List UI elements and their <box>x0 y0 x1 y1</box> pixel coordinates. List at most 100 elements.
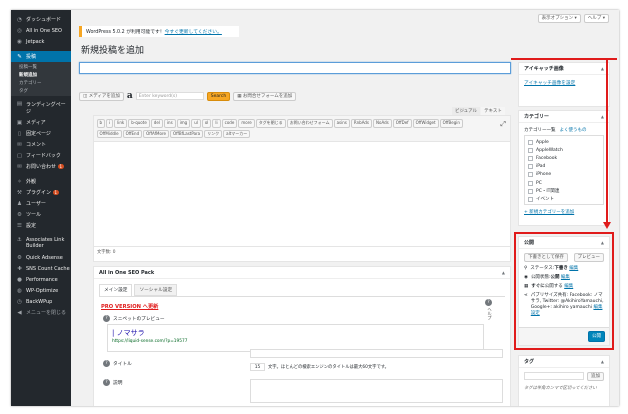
sidebar-item-aioseo[interactable]: ◎ All in One SEO <box>11 25 71 36</box>
quicktag-button[interactable]: RnbAds <box>350 119 372 128</box>
tag-input[interactable] <box>524 372 584 380</box>
tab-text[interactable]: テキスト <box>481 107 505 115</box>
seo-title-input[interactable] <box>250 349 503 358</box>
quicktag-button[interactable]: asins <box>333 119 350 128</box>
sidebar-item-comments[interactable]: ✉ コメント <box>11 139 71 150</box>
submenu-categories[interactable]: カテゴリー <box>11 79 71 87</box>
category-item[interactable]: PC・IT関連 <box>528 187 600 195</box>
add-tag-button[interactable]: 追加 <box>587 372 604 381</box>
sidebar-item-jetpack[interactable]: ◉ Jetpack <box>11 36 71 47</box>
sidebar-item-feedback[interactable]: ▢ フィードバック <box>11 150 71 161</box>
quicktag-button[interactable]: altマーカー <box>223 129 251 138</box>
aioseo-header[interactable]: All in One SEO Pack ▲ <box>94 267 510 279</box>
quicktag-button[interactable]: OffWidget <box>412 119 439 128</box>
quicktag-button[interactable]: NoAds <box>373 119 392 128</box>
add-new-category-link[interactable]: + 新規カテゴリーを追加 <box>524 210 574 215</box>
sidebar-item-sns-count[interactable]: ✚ SNS Count Cache <box>11 263 71 274</box>
quicktag-button[interactable]: OffMiddle <box>96 129 122 138</box>
sidebar-item-backwpup[interactable]: ◷ BackWPup <box>11 296 71 307</box>
collapse-menu-button[interactable]: ◀ メニューを閉じる <box>11 307 71 318</box>
pro-version-link[interactable]: PRO VERSION へ更新 <box>101 303 505 310</box>
quicktag-button[interactable]: img <box>176 119 191 128</box>
sidebar-item-quick-adsense[interactable]: ⚙ Quick Adsense <box>11 252 71 263</box>
category-checkbox[interactable] <box>528 188 533 194</box>
amazon-search-button[interactable]: Search <box>206 91 231 101</box>
quicktag-button[interactable]: OffAfMore <box>143 129 169 138</box>
quicktag-button[interactable]: ol <box>201 119 212 128</box>
sidebar-item-wp-optimize[interactable]: ◍ WP-Optimize <box>11 285 71 296</box>
quicktag-button[interactable]: ins <box>163 119 176 128</box>
category-header[interactable]: カテゴリー ▲ <box>519 111 609 123</box>
category-item[interactable]: イベント <box>528 195 600 203</box>
quicktag-button[interactable]: お問い合わせフォーム <box>286 119 333 128</box>
tab-main-settings[interactable]: メイン設定 <box>99 284 133 296</box>
category-checkbox[interactable] <box>528 172 533 178</box>
sidebar-item-tools[interactable]: ⚙ ツール <box>11 209 71 220</box>
sidebar-item-posts[interactable]: ✎ 投稿 <box>11 51 71 62</box>
category-checkbox[interactable] <box>528 196 533 202</box>
sidebar-item-associates-link[interactable]: ⚓ Associates Link Builder <box>11 235 71 252</box>
collapse-icon[interactable]: ▲ <box>601 66 604 71</box>
seo-description-textarea[interactable] <box>250 379 503 403</box>
quicktag-button[interactable]: OffBegin <box>439 119 463 128</box>
sidebar-item-settings[interactable]: ☰ 設定 <box>11 220 71 231</box>
category-item[interactable]: Facebook <box>528 154 600 162</box>
submenu-tags[interactable]: タグ <box>11 87 71 95</box>
sidebar-item-pages[interactable]: ▯ 固定ページ <box>11 128 71 139</box>
featured-image-header[interactable]: アイキャッチ画像 ▲ <box>519 63 609 75</box>
category-item[interactable]: iPhone <box>528 171 600 179</box>
category-checkbox[interactable] <box>528 180 533 186</box>
set-featured-image-link[interactable]: アイキャッチ画像を設定 <box>524 81 575 86</box>
quicktag-button[interactable]: b-quote <box>128 119 150 128</box>
quicktag-button[interactable]: b <box>96 119 106 128</box>
category-item[interactable]: PC <box>528 179 600 187</box>
submenu-add-new[interactable]: 新規追加 <box>11 71 71 79</box>
add-contact-form-button[interactable]: ▦ お問合せフォームを追加 <box>233 91 297 101</box>
tags-header[interactable]: タグ ▲ <box>519 356 609 368</box>
sidebar-item-landing-pages[interactable]: ▤ ランディングページ <box>11 99 71 117</box>
aioseo-help[interactable]: ? ヘルプ <box>485 299 492 320</box>
quicktag-button[interactable]: more <box>238 119 255 128</box>
quicktag-button[interactable]: タグを閉じる <box>255 119 286 128</box>
category-checkbox[interactable] <box>528 147 533 153</box>
sidebar-item-media[interactable]: ▣ メディア <box>11 117 71 128</box>
quicktag-button[interactable]: del <box>150 119 163 128</box>
help-icon[interactable]: ? <box>103 379 110 386</box>
quicktag-button[interactable]: code <box>221 119 238 128</box>
collapse-icon[interactable]: ▲ <box>502 270 505 275</box>
quicktag-button[interactable]: i <box>106 119 114 128</box>
category-checkbox[interactable] <box>528 155 533 161</box>
fullscreen-icon[interactable]: ⤢ <box>500 120 506 129</box>
keyword-input[interactable]: Enter keyword(s) <box>135 92 204 100</box>
sidebar-item-dashboard[interactable]: ◔ ダッシュボード <box>11 14 71 25</box>
quicktag-button[interactable]: OffDef <box>392 119 412 128</box>
collapse-icon[interactable]: ▲ <box>601 359 604 364</box>
quicktag-button[interactable]: ul <box>191 119 201 128</box>
quicktag-button[interactable]: OffBfLastPara <box>169 129 204 138</box>
quicktag-button[interactable]: リンク <box>204 129 223 138</box>
sidebar-item-contact[interactable]: ✉ お問い合わせ 1 <box>11 161 71 172</box>
display-options-button[interactable]: 表示オプション ▾ <box>537 14 581 23</box>
submenu-all-posts[interactable]: 投稿一覧 <box>11 63 71 71</box>
quicktag-button[interactable]: OffEnd <box>122 129 143 138</box>
category-checkbox[interactable] <box>528 164 533 170</box>
post-title-input[interactable] <box>79 62 511 74</box>
sidebar-item-users[interactable]: ♟ ユーザー <box>11 198 71 209</box>
collapse-icon[interactable]: ▲ <box>601 114 604 119</box>
quicktag-button[interactable]: li <box>212 119 221 128</box>
post-content-textarea[interactable] <box>94 142 510 246</box>
category-checkbox[interactable] <box>528 139 533 145</box>
update-now-link[interactable]: 今すぐ更新してください。 <box>165 28 222 35</box>
category-item[interactable]: AppleWatch <box>528 146 600 154</box>
category-item[interactable]: Apple <box>528 138 600 146</box>
add-media-button[interactable]: ◫ メディアを追加 <box>79 91 124 101</box>
tab-most-used[interactable]: よく使うもの <box>560 127 587 133</box>
help-icon[interactable]: ? <box>103 360 110 367</box>
category-item[interactable]: iPad <box>528 163 600 171</box>
quicktag-button[interactable]: link <box>114 119 128 128</box>
tab-all-categories[interactable]: カテゴリー一覧 <box>524 127 556 133</box>
sidebar-item-appearance[interactable]: ✧ 外観 <box>11 176 71 187</box>
help-button[interactable]: ヘルプ ▾ <box>583 14 609 23</box>
tab-visual[interactable]: ビジュアル <box>452 107 481 115</box>
tab-social-settings[interactable]: ソーシャル設定 <box>134 284 178 296</box>
